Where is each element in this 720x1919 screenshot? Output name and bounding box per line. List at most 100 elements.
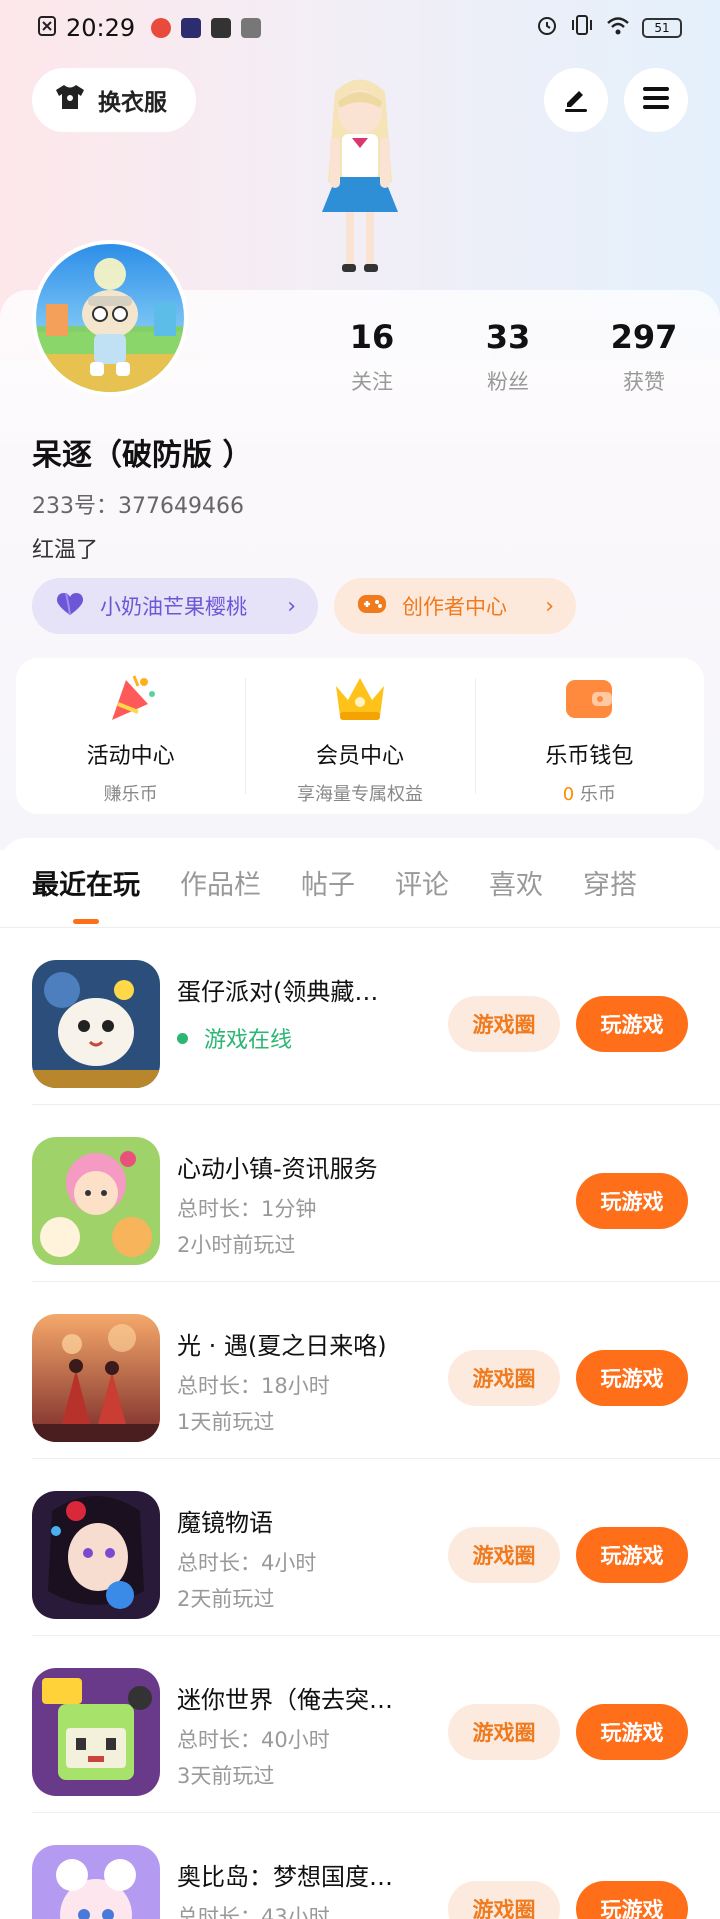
followers-count: 33 xyxy=(485,318,531,356)
game-icon-eggy-party[interactable] xyxy=(32,960,160,1088)
wifi-icon xyxy=(606,14,630,42)
nickname: 呆逐（破防版 ） xyxy=(32,438,253,473)
tab-outfits[interactable]: 穿搭 xyxy=(583,863,637,902)
battery-level: 51 xyxy=(654,21,670,35)
tab-works[interactable]: 作品栏 xyxy=(180,863,261,902)
online-status-label: 游戏在线 xyxy=(204,1028,293,1053)
game-icon-heartbeat-town[interactable] xyxy=(32,1137,160,1265)
membership-center-title: 会员中心 xyxy=(315,744,404,769)
wallet-balance-unit: 乐币 xyxy=(574,784,616,805)
game-play-duration: 总时长：43小时 xyxy=(177,1905,330,1919)
list-item[interactable]: 光 · 遇(夏之日来咯) 总时长：18小时 1天前玩过 游戏圈 玩游戏 xyxy=(32,1282,720,1459)
game-icon-sky[interactable] xyxy=(32,1314,160,1442)
wallet-icon xyxy=(562,672,616,728)
play-game-button[interactable]: 玩游戏 xyxy=(576,1881,688,1919)
wallet-balance-value: 0 xyxy=(562,784,575,805)
status-bar: 20:29 51 xyxy=(0,0,720,56)
edit-icon xyxy=(561,83,591,117)
activity-center-title: 活动中心 xyxy=(86,744,175,769)
game-list: 蛋仔派对(领典藏… 游戏在线 游戏圈 玩游戏 心动小镇-资讯服务 总时长：1分钟… xyxy=(0,928,720,1919)
game-circle-button[interactable]: 游戏圈 xyxy=(448,996,560,1052)
game-circle-button[interactable]: 游戏圈 xyxy=(448,1881,560,1919)
stat-followers[interactable]: 33 粉丝 xyxy=(448,318,568,396)
change-outfit-label: 换衣服 xyxy=(98,90,167,116)
likes-label: 获赞 xyxy=(623,370,665,394)
play-game-button[interactable]: 玩游戏 xyxy=(576,1350,688,1406)
online-dot-icon xyxy=(177,1032,188,1044)
heart-icon xyxy=(54,591,86,622)
game-name: 蛋仔派对(领典藏… xyxy=(177,978,379,1006)
game-icon-magic-mirror[interactable] xyxy=(32,1491,160,1619)
change-outfit-button[interactable]: 换衣服 xyxy=(32,68,196,132)
play-game-button[interactable]: 玩游戏 xyxy=(576,996,688,1052)
mail-icon xyxy=(211,18,232,38)
game-play-duration: 总时长：1分钟 xyxy=(177,1197,317,1221)
game-icon-mini-world[interactable] xyxy=(32,1668,160,1796)
character-avatar-figure[interactable] xyxy=(280,72,440,292)
list-item[interactable]: 迷你世界（俺去突… 总时长：40小时 3天前玩过 游戏圈 玩游戏 xyxy=(32,1636,720,1813)
tab-recently-played[interactable]: 最近在玩 xyxy=(32,863,140,902)
media-icon xyxy=(181,18,202,38)
user-id-label: 233号： xyxy=(32,494,118,519)
menu-button[interactable] xyxy=(624,68,688,132)
game-last-played: 3天前玩过 xyxy=(177,1764,275,1788)
alarm-icon xyxy=(536,14,558,42)
list-item[interactable]: 魔镜物语 总时长：4小时 2天前玩过 游戏圈 玩游戏 xyxy=(32,1459,720,1636)
game-last-played: 2天前玩过 xyxy=(177,1587,275,1611)
game-circle-button[interactable]: 游戏圈 xyxy=(448,1527,560,1583)
tab-posts[interactable]: 帖子 xyxy=(301,863,355,902)
fan-club-button[interactable]: 小奶油芒果樱桃 › xyxy=(32,578,318,634)
wallet-balance: 0 乐币 xyxy=(563,780,616,806)
chevron-right-icon: › xyxy=(545,593,554,619)
list-item[interactable]: 蛋仔派对(领典藏… 游戏在线 游戏圈 玩游戏 xyxy=(32,928,720,1105)
following-count: 16 xyxy=(349,318,395,356)
game-name: 迷你世界（俺去突… xyxy=(177,1686,393,1714)
play-game-button[interactable]: 玩游戏 xyxy=(576,1704,688,1760)
list-item[interactable]: 心动小镇-资讯服务 总时长：1分钟 2小时前玩过 玩游戏 xyxy=(32,1105,720,1282)
game-name: 奥比岛：梦想国度… xyxy=(177,1863,393,1891)
tshirt-icon xyxy=(54,83,86,117)
game-play-duration: 总时长：18小时 xyxy=(177,1374,330,1398)
following-label: 关注 xyxy=(351,370,393,394)
game-name: 魔镜物语 xyxy=(177,1509,273,1537)
game-play-duration: 总时长：40小时 xyxy=(177,1728,330,1752)
play-game-button[interactable]: 玩游戏 xyxy=(576,1173,688,1229)
game-circle-button[interactable]: 游戏圈 xyxy=(448,1704,560,1760)
likes-count: 297 xyxy=(610,318,678,356)
game-last-played: 1天前玩过 xyxy=(177,1410,275,1434)
game-circle-button[interactable]: 游戏圈 xyxy=(448,1350,560,1406)
stat-following[interactable]: 16 关注 xyxy=(312,318,432,396)
list-item[interactable]: 奥比岛：梦想国度… 总时长：43小时 游戏圈 玩游戏 xyxy=(32,1813,720,1919)
game-icon-aobi-island[interactable] xyxy=(32,1845,160,1919)
play-game-button[interactable]: 玩游戏 xyxy=(576,1527,688,1583)
game-online-status: 游戏在线 xyxy=(177,1022,292,1054)
activity-center-link[interactable]: 活动中心 赚乐币 xyxy=(16,658,245,814)
book-icon xyxy=(241,18,262,38)
profile-tabs: 最近在玩 作品栏 帖子 评论 喜欢 穿搭 xyxy=(0,838,720,928)
membership-center-sub: 享海量专属权益 xyxy=(296,784,423,805)
stat-likes[interactable]: 297 获赞 xyxy=(584,318,704,396)
sim-x-icon xyxy=(38,14,56,42)
vibrate-icon xyxy=(570,14,594,42)
crown-icon xyxy=(332,672,388,728)
party-popper-icon xyxy=(104,672,158,728)
creator-center-label: 创作者中心 xyxy=(402,595,507,619)
user-id-value: 377649466 xyxy=(118,494,244,519)
wallet-link[interactable]: 乐币钱包 0 乐币 xyxy=(474,658,704,814)
membership-center-link[interactable]: 会员中心 享海量专属权益 xyxy=(245,658,474,814)
bio: 红温了 xyxy=(32,538,99,563)
tab-comments[interactable]: 评论 xyxy=(395,863,449,902)
creator-center-button[interactable]: 创作者中心 › xyxy=(334,578,576,634)
content-panel: 最近在玩 作品栏 帖子 评论 喜欢 穿搭 蛋仔派对(领典藏… 游戏在线 游戏圈 … xyxy=(0,838,720,1919)
tab-likes[interactable]: 喜欢 xyxy=(489,863,543,902)
wallet-title: 乐币钱包 xyxy=(545,744,634,769)
game-name: 光 · 遇(夏之日来咯) xyxy=(177,1332,387,1360)
fan-club-label: 小奶油芒果樱桃 xyxy=(100,595,247,619)
followers-label: 粉丝 xyxy=(487,370,529,394)
avatar[interactable] xyxy=(32,240,188,396)
activity-center-sub: 赚乐币 xyxy=(103,784,158,805)
edit-profile-button[interactable] xyxy=(544,68,608,132)
game-play-duration: 总时长：4小时 xyxy=(177,1551,317,1575)
battery-icon: 51 xyxy=(642,18,682,38)
app-notification-icon xyxy=(151,18,172,38)
